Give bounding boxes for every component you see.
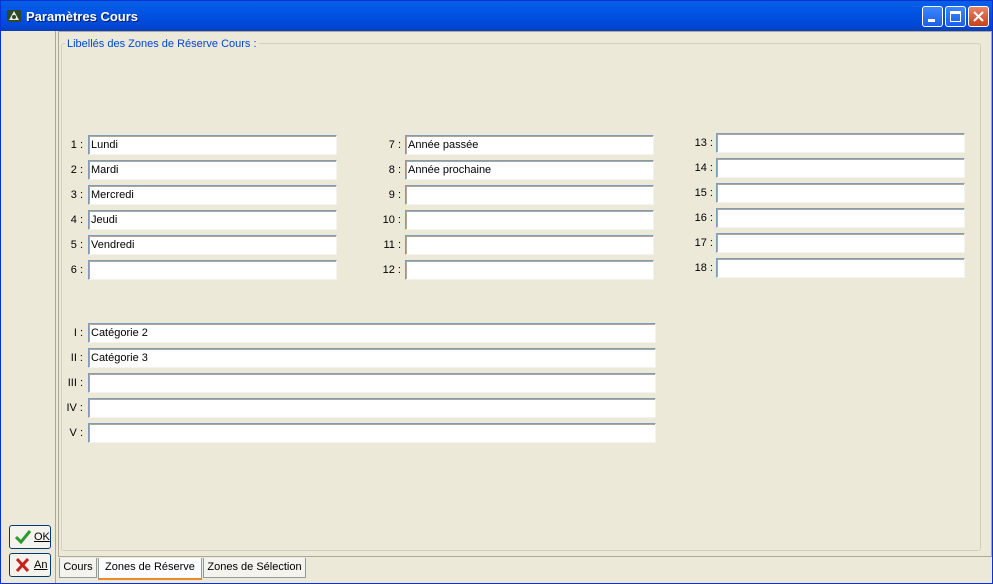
field-label: V :	[69, 427, 83, 439]
zone-6-input[interactable]	[88, 260, 337, 280]
zone-1-value: Lundi	[91, 139, 118, 151]
zone-8-input[interactable]: Année prochaine	[405, 160, 654, 180]
zone-7-input[interactable]: Année passée	[405, 135, 654, 155]
zone-3-input[interactable]: Mercredi	[88, 185, 337, 205]
cancel-button[interactable]: An	[9, 553, 51, 577]
minimize-button[interactable]	[922, 6, 943, 27]
field-label: II :	[70, 352, 83, 364]
left-toolbar: OK An	[2, 31, 56, 583]
field-label: 10 :	[382, 214, 401, 226]
minimize-icon	[928, 19, 935, 22]
group-title: Libellés des Zones de Réserve Cours :	[65, 38, 259, 50]
category-4-input[interactable]	[88, 398, 656, 418]
category-2-input[interactable]: Catégorie 3	[88, 348, 656, 368]
close-icon	[973, 11, 984, 22]
tab-zones-de-reserve[interactable]: Zones de Réserve	[98, 558, 202, 580]
ok-button-label: OK	[34, 531, 50, 543]
zone-13-input[interactable]	[716, 133, 965, 153]
tab-cours[interactable]: Cours	[59, 558, 97, 578]
field-label: 18 :	[694, 262, 713, 274]
cancel-button-label: An	[34, 559, 48, 571]
close-button[interactable]	[968, 6, 989, 27]
zone-12-input[interactable]	[405, 260, 654, 280]
zone-10-input[interactable]	[405, 210, 654, 230]
zone-4-value: Jeudi	[91, 214, 118, 226]
category-1-input[interactable]: Catégorie 2	[88, 323, 656, 343]
zone-4-input[interactable]: Jeudi	[88, 210, 337, 230]
field-label: 7 :	[388, 139, 401, 151]
field-label: 14 :	[694, 162, 713, 174]
field-label: III :	[67, 377, 83, 389]
field-label: I :	[73, 327, 83, 339]
window-title: Paramètres Cours	[26, 9, 138, 24]
tab-zones-de-selection[interactable]: Zones de Sélection	[203, 558, 306, 578]
field-label: 1 :	[70, 139, 83, 151]
window: Paramètres Cours OK An Libellés des Zone…	[0, 0, 993, 584]
zone-11-input[interactable]	[405, 235, 654, 255]
zone-15-input[interactable]	[716, 183, 965, 203]
field-label: 15 :	[694, 187, 713, 199]
field-label: 8 :	[388, 164, 401, 176]
zone-1-input[interactable]: Lundi	[88, 135, 337, 155]
zone-18-input[interactable]	[716, 258, 965, 278]
maximize-button[interactable]	[945, 6, 966, 27]
category-1-value: Catégorie 2	[91, 327, 148, 339]
zone-2-input[interactable]: Mardi	[88, 160, 337, 180]
zone-8-value: Année prochaine	[408, 164, 492, 176]
field-label: 3 :	[70, 189, 83, 201]
field-label: 2 :	[70, 164, 83, 176]
zone-5-input[interactable]: Vendredi	[88, 235, 337, 255]
field-label: 13 :	[694, 137, 713, 149]
field-label: 5 :	[70, 239, 83, 251]
field-label: 16 :	[694, 212, 713, 224]
zone-17-input[interactable]	[716, 233, 965, 253]
zone-7-value: Année passée	[408, 139, 479, 151]
category-5-input[interactable]	[88, 423, 656, 443]
app-icon	[6, 8, 22, 24]
zone-2-value: Mardi	[91, 164, 119, 176]
field-label: 11 :	[383, 239, 401, 251]
maximize-icon	[950, 11, 961, 22]
category-2-value: Catégorie 3	[91, 352, 148, 364]
zone-5-value: Vendredi	[91, 239, 135, 251]
ok-button[interactable]: OK	[9, 525, 51, 549]
check-icon	[14, 530, 32, 545]
field-label: IV :	[66, 402, 83, 414]
zone-9-input[interactable]	[405, 185, 654, 205]
field-label: 4 :	[70, 214, 83, 226]
zone-3-value: Mercredi	[91, 189, 134, 201]
field-label: 17 :	[694, 237, 713, 249]
title-bar[interactable]: Paramètres Cours	[1, 1, 992, 31]
field-label: 6 :	[70, 264, 83, 276]
field-label: 9 :	[388, 189, 401, 201]
cross-icon	[15, 557, 30, 573]
field-label: 12 :	[382, 264, 401, 276]
reserve-zones-group	[61, 43, 981, 551]
zone-14-input[interactable]	[716, 158, 965, 178]
category-3-input[interactable]	[88, 373, 656, 393]
zone-16-input[interactable]	[716, 208, 965, 228]
